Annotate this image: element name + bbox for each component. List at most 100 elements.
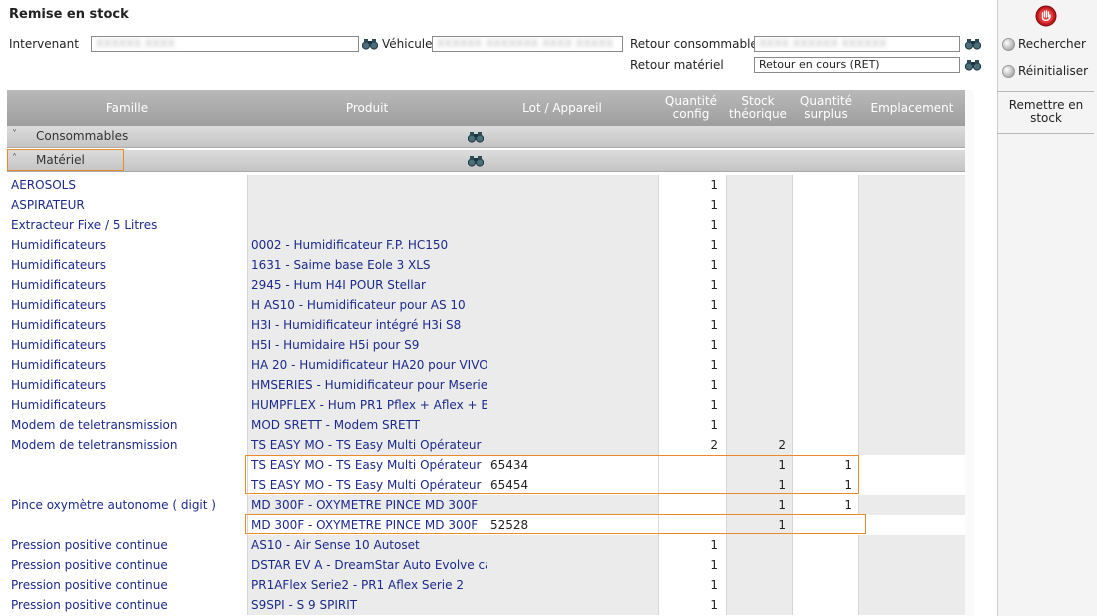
reinitialiser-button[interactable]: Réinitialiser: [1002, 64, 1088, 78]
col-produit[interactable]: Produit: [247, 90, 487, 126]
cell-produit[interactable]: TS EASY MO - TS Easy Multi Opérateur: [251, 475, 487, 495]
cell-qte-config: 1: [710, 338, 718, 352]
cell-produit[interactable]: HUMPFLEX - Hum PR1 Pflex + Aflex + Bif: [251, 395, 487, 415]
cell-produit[interactable]: S9SPI - S 9 SPIRIT: [251, 595, 487, 615]
cell-lot: 65434: [490, 458, 529, 472]
table-row[interactable]: Pression positive continue S9SPI - S 9 SP…: [7, 595, 965, 615]
cell-famille[interactable]: Pression positive continue: [11, 555, 247, 575]
table-row[interactable]: Humidificateurs 2945 - Hum H4I POUR Stell…: [7, 275, 965, 295]
binoculars-icon[interactable]: [467, 131, 485, 146]
chevron-down-icon[interactable]: ˅: [12, 129, 17, 140]
cell-famille[interactable]: Humidificateurs: [11, 235, 247, 255]
cell-produit[interactable]: HA 20 - Humidificateur HA20 pour VIVO: [251, 355, 487, 375]
cell-famille[interactable]: [11, 515, 247, 535]
group-materiel[interactable]: ˄ Matériel: [7, 150, 965, 172]
vehicule-field[interactable]: XXXXXX XXXXXXX XXXX XXXXX: [432, 36, 623, 52]
cell-produit[interactable]: [251, 175, 487, 195]
cell-produit[interactable]: H3I - Humidificateur intégré H3i S8: [251, 315, 487, 335]
table-row[interactable]: Humidificateurs 1631 - Saime base Eole 3 …: [7, 255, 965, 275]
table-row[interactable]: Humidificateurs H3I - Humidificateur inté…: [7, 315, 965, 335]
col-emplacement[interactable]: Emplacement: [859, 90, 965, 126]
cell-lot: [490, 235, 658, 255]
cell-famille[interactable]: Humidificateurs: [11, 275, 247, 295]
cell-famille[interactable]: Humidificateurs: [11, 295, 247, 315]
chevron-up-icon[interactable]: ˄: [12, 153, 17, 164]
col-lot[interactable]: Lot / Appareil: [487, 90, 637, 126]
retour-consommable-binoculars-icon[interactable]: [965, 38, 981, 50]
cell-famille[interactable]: Pression positive continue: [11, 575, 247, 595]
intervenant-field[interactable]: XXXXXX XXXX: [91, 36, 359, 52]
table-row[interactable]: Humidificateurs HMSERIES - Humidificateur…: [7, 375, 965, 395]
cell-produit[interactable]: H AS10 - Humidificateur pour AS 10: [251, 295, 487, 315]
cell-produit[interactable]: [251, 195, 487, 215]
cell-produit[interactable]: 0002 - Humidificateur F.P. HC150: [251, 235, 487, 255]
table-row[interactable]: Modem de teletransmission TS EASY MO - TS…: [7, 435, 965, 455]
table-row[interactable]: Pression positive continue PR1AFlex Serie…: [7, 575, 965, 595]
cell-qte-config: [658, 495, 718, 515]
cell-produit[interactable]: DSTAR EV A - DreamStar Auto Evolve ca: [251, 555, 487, 575]
cell-produit[interactable]: PR1AFlex Serie2 - PR1 Aflex Serie 2: [251, 575, 487, 595]
cell-stock: [727, 255, 786, 275]
cell-produit[interactable]: 1631 - Saime base Eole 3 XLS: [251, 255, 487, 275]
group-consommables[interactable]: ˅ Consommables: [7, 126, 965, 148]
intervenant-search-binoculars-icon[interactable]: [362, 38, 378, 50]
col-surplus[interactable]: Quantité surplus: [793, 90, 859, 126]
cell-produit[interactable]: 2945 - Hum H4I POUR Stellar: [251, 275, 487, 295]
binoculars-icon[interactable]: [467, 155, 485, 170]
cell-background: [859, 495, 965, 515]
cell-famille[interactable]: Modem de teletransmission: [11, 415, 247, 435]
table-row[interactable]: Modem de teletransmission MOD SRETT - Mod…: [7, 415, 965, 435]
scrollbar[interactable]: [965, 90, 974, 616]
cell-famille[interactable]: [11, 455, 247, 475]
cell-produit[interactable]: TS EASY MO - TS Easy Multi Opérateur: [251, 455, 487, 475]
cell-produit[interactable]: HMSERIES - Humidificateur pour Mseries: [251, 375, 487, 395]
cell-produit[interactable]: H5I - Humidaire H5i pour S9: [251, 335, 487, 355]
cell-famille[interactable]: Humidificateurs: [11, 255, 247, 275]
table-row[interactable]: Humidificateurs H5I - Humidaire H5i pour …: [7, 335, 965, 355]
cell-produit[interactable]: MD 300F - OXYMETRE PINCE MD 300F: [251, 515, 487, 535]
retour-materiel-binoculars-icon[interactable]: [965, 59, 981, 71]
cell-famille[interactable]: Humidificateurs: [11, 375, 247, 395]
cell-famille[interactable]: Humidificateurs: [11, 315, 247, 335]
cell-famille[interactable]: [11, 475, 247, 495]
table-row[interactable]: Humidificateurs H AS10 - Humidificateur p…: [7, 295, 965, 315]
cell-famille[interactable]: Humidificateurs: [11, 335, 247, 355]
col-famille[interactable]: Famille: [7, 90, 247, 126]
cell-stock: [727, 335, 786, 355]
table-row[interactable]: Humidificateurs HUMPFLEX - Hum PR1 Pflex …: [7, 395, 965, 415]
cell-famille[interactable]: Humidificateurs: [11, 395, 247, 415]
cell-produit[interactable]: AS10 - Air Sense 10 Autoset: [251, 535, 487, 555]
retour-materiel-field[interactable]: Retour en cours (RET): [754, 57, 960, 73]
cell-produit[interactable]: TS EASY MO - TS Easy Multi Opérateur: [251, 435, 487, 455]
table-row[interactable]: Pression positive continue AS10 - Air Sen…: [7, 535, 965, 555]
cell-famille[interactable]: Extracteur Fixe / 5 Litres: [11, 215, 247, 235]
table-row[interactable]: ASPIRATEUR 1: [7, 195, 965, 215]
table-row[interactable]: TS EASY MO - TS Easy Multi Opérateur 6543…: [7, 455, 965, 475]
table-row[interactable]: Pression positive continue DSTAR EV A - D…: [7, 555, 965, 575]
cell-lot: [490, 335, 658, 355]
remettre-en-stock-button[interactable]: Remettre en stock: [998, 99, 1094, 125]
table-row[interactable]: Pince oxymètre autonome ( digit ) MD 300F…: [7, 495, 965, 515]
col-qte-config[interactable]: Quantité config: [659, 90, 723, 126]
cell-famille[interactable]: ASPIRATEUR: [11, 195, 247, 215]
cell-famille[interactable]: Pression positive continue: [11, 595, 247, 615]
table-row[interactable]: Humidificateurs 0002 - Humidificateur F.P…: [7, 235, 965, 255]
cell-produit[interactable]: [251, 215, 487, 235]
table-row[interactable]: MD 300F - OXYMETRE PINCE MD 300F 52528 1: [7, 515, 965, 535]
col-stock[interactable]: Stock théorique: [725, 90, 791, 126]
cell-famille[interactable]: AEROSOLS: [11, 175, 247, 195]
table-row[interactable]: Extracteur Fixe / 5 Litres 1: [7, 215, 965, 235]
cell-famille[interactable]: Pression positive continue: [11, 535, 247, 555]
rechercher-button[interactable]: Rechercher: [1002, 37, 1086, 51]
cell-famille[interactable]: Modem de teletransmission: [11, 435, 247, 455]
cell-produit[interactable]: MD 300F - OXYMETRE PINCE MD 300F: [251, 495, 487, 515]
cell-famille[interactable]: Pince oxymètre autonome ( digit ): [11, 495, 247, 515]
cell-background: [859, 215, 965, 235]
cell-produit[interactable]: MOD SRETT - Modem SRETT: [251, 415, 487, 435]
table-row[interactable]: TS EASY MO - TS Easy Multi Opérateur 6545…: [7, 475, 965, 495]
cell-famille[interactable]: Humidificateurs: [11, 355, 247, 375]
table-row[interactable]: AEROSOLS 1: [7, 175, 965, 195]
table-row[interactable]: Humidificateurs HA 20 - Humidificateur HA…: [7, 355, 965, 375]
retour-consommable-field[interactable]: XXXX XXXXXX XXXXXX: [754, 36, 960, 52]
stop-hand-icon[interactable]: [1035, 5, 1057, 27]
